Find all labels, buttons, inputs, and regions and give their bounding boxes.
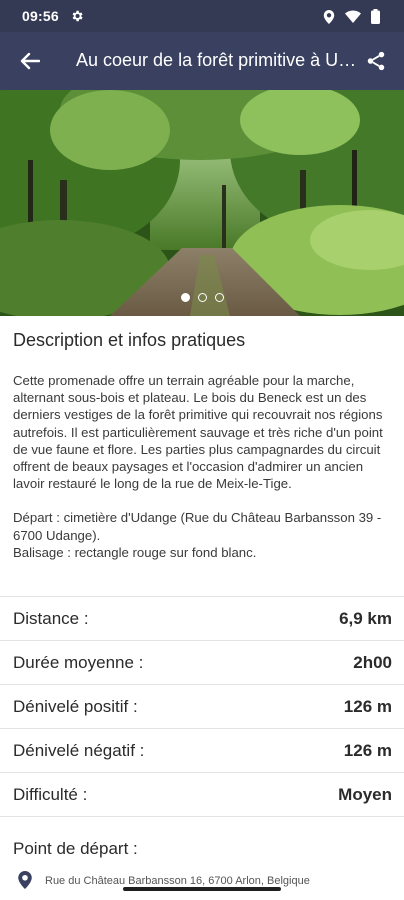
status-time: 09:56: [22, 8, 59, 24]
battery-icon: [371, 9, 380, 24]
arrow-left-icon: [20, 52, 40, 70]
stat-label: Distance :: [13, 609, 89, 628]
home-indicator[interactable]: [123, 887, 281, 891]
stat-value: 126 m: [343, 741, 392, 760]
carousel-dot[interactable]: [197, 293, 207, 302]
stat-row-difficulty: Difficulté : Moyen: [0, 772, 404, 816]
stat-value: 126 m: [343, 697, 392, 716]
marking-info: Balisage : rectangle rouge sur fond blan…: [13, 544, 257, 560]
stat-value: 2h00: [353, 653, 392, 672]
carousel-dot[interactable]: [180, 293, 190, 302]
carousel-dot[interactable]: [214, 293, 224, 302]
map-pin-icon: [18, 871, 32, 889]
status-bar: 09:56: [0, 0, 404, 32]
trail-stats: Distance : 6,9 km Durée moyenne : 2h00 D…: [0, 596, 404, 816]
photo-carousel[interactable]: [0, 90, 404, 316]
stat-label: Dénivelé positif :: [13, 697, 138, 716]
stat-row-elevation-gain: Dénivelé positif : 126 m: [0, 684, 404, 728]
share-icon: [367, 51, 385, 71]
stat-row-duration: Durée moyenne : 2h00: [0, 640, 404, 684]
wifi-icon: [345, 10, 361, 23]
stat-label: Difficulté :: [13, 785, 88, 804]
description-heading: Description et infos pratiques: [13, 330, 246, 350]
gear-icon: [72, 10, 83, 22]
stat-label: Dénivelé négatif :: [13, 741, 145, 760]
stat-value: Moyen: [338, 785, 392, 804]
stat-label: Durée moyenne :: [13, 653, 144, 672]
stat-row-elevation-loss: Dénivelé négatif : 126 m: [0, 728, 404, 772]
start-point-heading: Point de départ :: [13, 839, 138, 858]
description-paragraph: Cette promenade offre un terrain agréabl…: [13, 373, 383, 492]
start-point-address[interactable]: Rue du Château Barbansson 16, 6700 Arlon…: [45, 875, 310, 887]
departure-info: Départ : cimetière d'Udange (Rue du Chât…: [13, 510, 382, 543]
stat-value: 6,9 km: [339, 609, 392, 628]
app-bar: Au coeur de la forêt primitive à Udange: [0, 32, 404, 90]
location-icon: [323, 9, 335, 24]
forest-path-photo: [0, 90, 404, 316]
page-title: Au coeur de la forêt primitive à Udange: [76, 50, 358, 70]
stat-row-distance: Distance : 6,9 km: [0, 596, 404, 640]
share-button[interactable]: [360, 45, 392, 77]
carousel-indicator: [0, 293, 404, 302]
description-text: Cette promenade offre un terrain agréabl…: [13, 372, 391, 561]
back-button[interactable]: [14, 45, 46, 77]
